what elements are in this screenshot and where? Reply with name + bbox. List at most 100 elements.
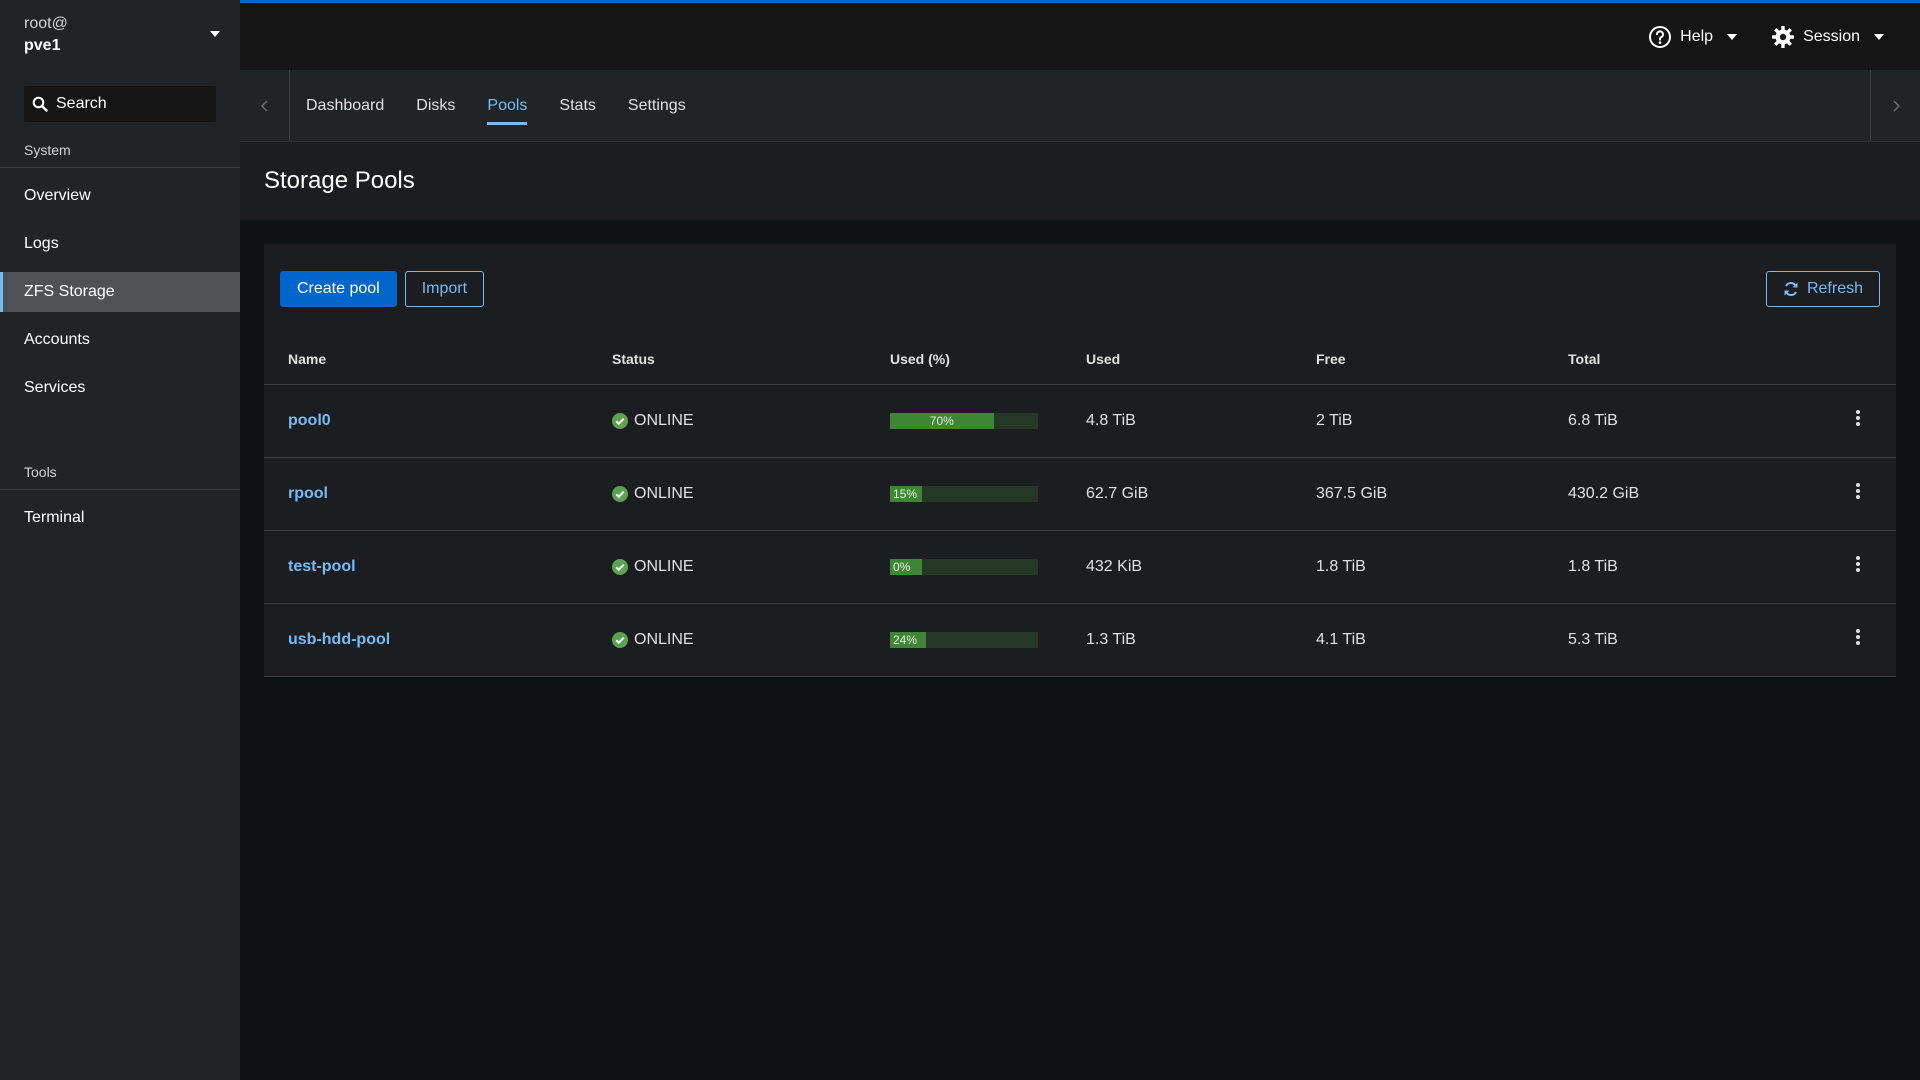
status-cell: ONLINE bbox=[612, 631, 890, 649]
column-header-free[interactable]: Free bbox=[1316, 334, 1568, 385]
chevron-left-icon bbox=[260, 99, 268, 112]
sidebar-item-services[interactable]: Services bbox=[0, 368, 240, 408]
tabs-bar: Dashboard Disks Pools Stats Settings bbox=[240, 70, 1920, 142]
used-cell: 432 KiB bbox=[1086, 557, 1143, 575]
pool-name-link[interactable]: rpool bbox=[288, 485, 328, 502]
search-icon bbox=[32, 96, 48, 112]
kebab-icon bbox=[1856, 629, 1860, 645]
help-label: Help bbox=[1680, 27, 1714, 45]
scroll-right-button[interactable] bbox=[1870, 70, 1920, 141]
used-cell: 4.8 TiB bbox=[1086, 411, 1136, 429]
usage-progress-bar: 0% bbox=[890, 558, 1038, 575]
tab-dashboard[interactable]: Dashboard bbox=[290, 70, 400, 141]
help-menu-button[interactable]: Help bbox=[1648, 25, 1738, 49]
status-cell: ONLINE bbox=[612, 558, 890, 576]
usage-progress-fill: 70% bbox=[890, 412, 994, 429]
status-cell: ONLINE bbox=[612, 412, 890, 430]
status-text: ONLINE bbox=[634, 411, 694, 429]
row-actions-button[interactable] bbox=[1856, 629, 1860, 645]
used-cell: 1.3 TiB bbox=[1086, 630, 1136, 648]
check-circle-icon bbox=[612, 412, 628, 429]
total-cell: 1.8 TiB bbox=[1568, 557, 1618, 575]
sidebar-item-overview[interactable]: Overview bbox=[0, 176, 240, 216]
used-cell: 62.7 GiB bbox=[1086, 484, 1149, 502]
table-row: test-pool ONLINE 0% 432 KiB 1.8 TiB 1.8 … bbox=[264, 530, 1896, 603]
page-title: Storage Pools bbox=[264, 167, 415, 194]
column-header-used-pct[interactable]: Used (%) bbox=[890, 334, 1086, 385]
usage-progress-fill: 15% bbox=[890, 485, 922, 502]
content: Create pool Import Refresh Name Status U… bbox=[240, 220, 1920, 677]
total-cell: 5.3 TiB bbox=[1568, 630, 1618, 648]
section-title-system: System bbox=[0, 132, 240, 168]
free-cell: 2 TiB bbox=[1316, 411, 1353, 429]
sidebar-item-zfs-storage[interactable]: ZFS Storage bbox=[0, 272, 240, 312]
scroll-left-button[interactable] bbox=[240, 70, 290, 141]
usage-progress-fill: 0% bbox=[890, 558, 922, 575]
check-circle-icon bbox=[612, 631, 628, 648]
main: Help Session Dashboard Disks Pools Stats… bbox=[240, 0, 1920, 1080]
host-name: pve1 bbox=[24, 37, 61, 54]
sidebar-item-terminal[interactable]: Terminal bbox=[0, 498, 240, 538]
free-cell: 4.1 TiB bbox=[1316, 630, 1366, 648]
usage-progress-bar: 15% bbox=[890, 485, 1038, 502]
row-actions-button[interactable] bbox=[1856, 410, 1860, 426]
kebab-icon bbox=[1856, 556, 1860, 572]
import-button[interactable]: Import bbox=[404, 271, 485, 307]
session-label: Session bbox=[1803, 27, 1860, 45]
tab-pools[interactable]: Pools bbox=[471, 70, 543, 141]
column-header-used[interactable]: Used bbox=[1086, 334, 1316, 385]
search-label: Search bbox=[56, 95, 107, 112]
help-icon bbox=[1649, 25, 1672, 48]
caret-down-icon bbox=[210, 31, 220, 37]
session-menu-button[interactable]: Session bbox=[1771, 25, 1884, 49]
refresh-label: Refresh bbox=[1806, 280, 1863, 297]
kebab-icon bbox=[1856, 410, 1860, 426]
tab-settings[interactable]: Settings bbox=[612, 70, 702, 141]
status-text: ONLINE bbox=[634, 630, 694, 648]
pool-rows: pool0 ONLINE 70% 4.8 TiB 2 TiB 6.8 TiB r… bbox=[264, 384, 1896, 676]
table-row: usb-hdd-pool ONLINE 24% 1.3 TiB 4.1 TiB … bbox=[264, 603, 1896, 676]
pool-name-link[interactable]: pool0 bbox=[288, 412, 331, 429]
usage-progress-bar: 70% bbox=[890, 412, 1038, 429]
usage-progress-fill: 24% bbox=[890, 631, 926, 648]
section-title-tools: Tools bbox=[0, 454, 240, 490]
table-row: rpool ONLINE 15% 62.7 GiB 367.5 GiB 430.… bbox=[264, 457, 1896, 530]
chevron-right-icon bbox=[1892, 99, 1900, 112]
caret-down-icon bbox=[1874, 33, 1884, 40]
row-actions-button[interactable] bbox=[1856, 483, 1860, 499]
total-cell: 430.2 GiB bbox=[1568, 484, 1640, 502]
search-input[interactable]: Search bbox=[24, 86, 216, 122]
check-circle-icon bbox=[612, 485, 628, 502]
sidebar: root@ pve1 Search System Overview Logs Z… bbox=[0, 0, 240, 1080]
total-cell: 6.8 TiB bbox=[1568, 411, 1618, 429]
caret-down-icon bbox=[1727, 33, 1738, 40]
pools-table: Name Status Used (%) Used Free Total poo… bbox=[264, 334, 1896, 677]
create-pool-button[interactable]: Create pool bbox=[280, 271, 397, 307]
free-cell: 1.8 TiB bbox=[1316, 557, 1366, 575]
page-header: Storage Pools bbox=[240, 142, 1920, 220]
column-header-status[interactable]: Status bbox=[612, 334, 890, 385]
column-header-total[interactable]: Total bbox=[1568, 334, 1808, 385]
refresh-icon bbox=[1784, 282, 1798, 296]
refresh-button[interactable]: Refresh bbox=[1765, 271, 1880, 307]
column-header-actions bbox=[1808, 334, 1896, 385]
table-header-row: Name Status Used (%) Used Free Total bbox=[264, 334, 1896, 385]
column-header-name[interactable]: Name bbox=[264, 334, 612, 385]
tab-disks[interactable]: Disks bbox=[400, 70, 471, 141]
status-cell: ONLINE bbox=[612, 485, 890, 503]
pool-name-link[interactable]: usb-hdd-pool bbox=[288, 631, 390, 648]
kebab-icon bbox=[1856, 483, 1860, 499]
pools-card: Create pool Import Refresh Name Status U… bbox=[264, 244, 1896, 677]
pool-name-link[interactable]: test-pool bbox=[288, 558, 356, 575]
masthead: Help Session bbox=[240, 0, 1920, 70]
sidebar-item-accounts[interactable]: Accounts bbox=[0, 320, 240, 360]
free-cell: 367.5 GiB bbox=[1316, 484, 1388, 502]
tab-stats[interactable]: Stats bbox=[543, 70, 611, 141]
host-switcher[interactable]: root@ pve1 bbox=[0, 0, 240, 70]
sidebar-item-logs[interactable]: Logs bbox=[0, 224, 240, 264]
row-actions-button[interactable] bbox=[1856, 556, 1860, 572]
check-circle-icon bbox=[612, 558, 628, 575]
host-user: root@ bbox=[24, 15, 68, 32]
app: root@ pve1 Search System Overview Logs Z… bbox=[0, 0, 1920, 1080]
status-text: ONLINE bbox=[634, 557, 694, 575]
